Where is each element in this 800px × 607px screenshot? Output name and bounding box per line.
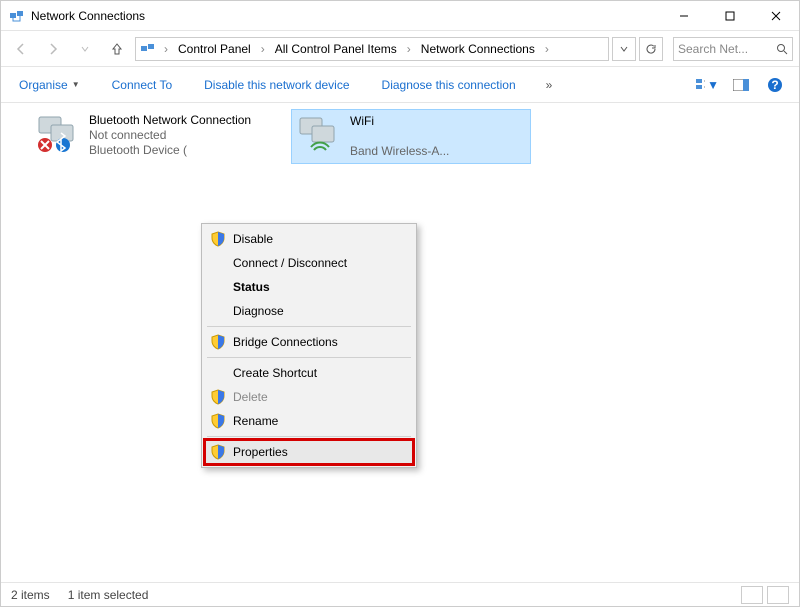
ctx-properties[interactable]: Properties bbox=[205, 440, 413, 464]
ctx-rename-label: Rename bbox=[233, 414, 278, 428]
status-bar: 2 items 1 item selected bbox=[1, 582, 799, 606]
search-input[interactable]: Search Net... bbox=[673, 37, 793, 61]
diagnose-connection-button[interactable]: Diagnose this connection bbox=[376, 74, 522, 96]
shield-icon bbox=[210, 334, 226, 350]
ctx-shortcut-label: Create Shortcut bbox=[233, 366, 317, 380]
adapter-bluetooth[interactable]: Bluetooth Network Connection Not connect… bbox=[31, 109, 271, 162]
chevron-right-icon[interactable]: › bbox=[541, 42, 553, 56]
ctx-disable-label: Disable bbox=[233, 232, 273, 246]
disable-device-button[interactable]: Disable this network device bbox=[198, 74, 355, 96]
app-icon bbox=[9, 8, 25, 24]
adapter-wifi-spacer bbox=[350, 129, 449, 144]
ctx-status[interactable]: Status bbox=[205, 275, 413, 299]
chevron-right-icon[interactable]: › bbox=[160, 42, 172, 56]
up-button[interactable] bbox=[103, 35, 131, 63]
location-icon bbox=[140, 41, 156, 57]
context-menu: Disable Connect / Disconnect Status Diag… bbox=[201, 223, 417, 468]
ctx-diagnose-label: Diagnose bbox=[233, 304, 284, 318]
ctx-bridge[interactable]: Bridge Connections bbox=[205, 330, 413, 354]
title-bar: Network Connections bbox=[1, 1, 799, 31]
dropdown-icon: ▼ bbox=[72, 80, 80, 89]
close-button[interactable] bbox=[753, 1, 799, 31]
ctx-separator bbox=[207, 436, 411, 437]
organise-label: Organise bbox=[19, 78, 68, 92]
chevron-right-icon[interactable]: › bbox=[403, 42, 415, 56]
adapter-bluetooth-device: Bluetooth Device ( bbox=[89, 143, 251, 158]
forward-button[interactable] bbox=[39, 35, 67, 63]
svg-text:?: ? bbox=[771, 78, 778, 92]
organise-menu[interactable]: Organise ▼ bbox=[13, 74, 86, 96]
back-button[interactable] bbox=[7, 35, 35, 63]
command-toolbar: Organise ▼ Connect To Disable this netwo… bbox=[1, 67, 799, 103]
shield-icon bbox=[210, 389, 226, 405]
details-view-button[interactable] bbox=[741, 586, 763, 604]
shield-icon bbox=[210, 413, 226, 429]
window-title: Network Connections bbox=[31, 9, 661, 23]
ctx-bridge-label: Bridge Connections bbox=[233, 335, 338, 349]
ctx-disable[interactable]: Disable bbox=[205, 227, 413, 251]
nav-bar: › Control Panel › All Control Panel Item… bbox=[1, 31, 799, 67]
maximize-button[interactable] bbox=[707, 1, 753, 31]
large-icons-view-button[interactable] bbox=[767, 586, 789, 604]
ctx-delete-label: Delete bbox=[233, 390, 268, 404]
ctx-create-shortcut[interactable]: Create Shortcut bbox=[205, 361, 413, 385]
search-icon bbox=[776, 43, 788, 55]
address-dropdown-button[interactable] bbox=[612, 37, 636, 61]
minimize-button[interactable] bbox=[661, 1, 707, 31]
breadcrumb-all-items[interactable]: All Control Panel Items bbox=[271, 40, 401, 58]
shield-icon bbox=[210, 231, 226, 247]
ctx-rename[interactable]: Rename bbox=[205, 409, 413, 433]
ctx-connect-disconnect[interactable]: Connect / Disconnect bbox=[205, 251, 413, 275]
adapter-bluetooth-name: Bluetooth Network Connection bbox=[89, 113, 251, 128]
address-bar[interactable]: › Control Panel › All Control Panel Item… bbox=[135, 37, 609, 61]
dropdown-icon: ▼ bbox=[707, 78, 719, 92]
search-placeholder: Search Net... bbox=[678, 42, 748, 56]
ctx-separator bbox=[207, 326, 411, 327]
change-view-button[interactable]: ▼ bbox=[695, 73, 719, 97]
ctx-delete[interactable]: Delete bbox=[205, 385, 413, 409]
adapter-wifi-name: WiFi bbox=[350, 114, 449, 129]
help-button[interactable]: ? bbox=[763, 73, 787, 97]
ctx-connect-label: Connect / Disconnect bbox=[233, 256, 347, 270]
adapter-bluetooth-icon bbox=[35, 113, 83, 153]
preview-pane-button[interactable] bbox=[729, 73, 753, 97]
breadcrumb-control-panel[interactable]: Control Panel bbox=[174, 40, 255, 58]
recent-locations-button[interactable] bbox=[71, 35, 99, 63]
adapter-bluetooth-status: Not connected bbox=[89, 128, 251, 143]
ctx-status-label: Status bbox=[233, 280, 270, 294]
shield-icon bbox=[210, 444, 226, 460]
adapter-wifi-device: Band Wireless-A... bbox=[350, 144, 449, 159]
ctx-properties-label: Properties bbox=[233, 445, 288, 459]
overflow-button[interactable]: » bbox=[542, 78, 557, 92]
content-area: Bluetooth Network Connection Not connect… bbox=[1, 103, 799, 584]
chevron-right-icon[interactable]: › bbox=[257, 42, 269, 56]
adapter-wifi[interactable]: WiFi Band Wireless-A... bbox=[291, 109, 531, 164]
ctx-separator bbox=[207, 357, 411, 358]
refresh-button[interactable] bbox=[639, 37, 663, 61]
status-selected-count: 1 item selected bbox=[68, 588, 149, 602]
breadcrumb-network-connections[interactable]: Network Connections bbox=[417, 40, 539, 58]
connect-to-button[interactable]: Connect To bbox=[106, 74, 179, 96]
ctx-diagnose[interactable]: Diagnose bbox=[205, 299, 413, 323]
adapter-wifi-icon bbox=[296, 114, 344, 154]
status-item-count: 2 items bbox=[11, 588, 50, 602]
